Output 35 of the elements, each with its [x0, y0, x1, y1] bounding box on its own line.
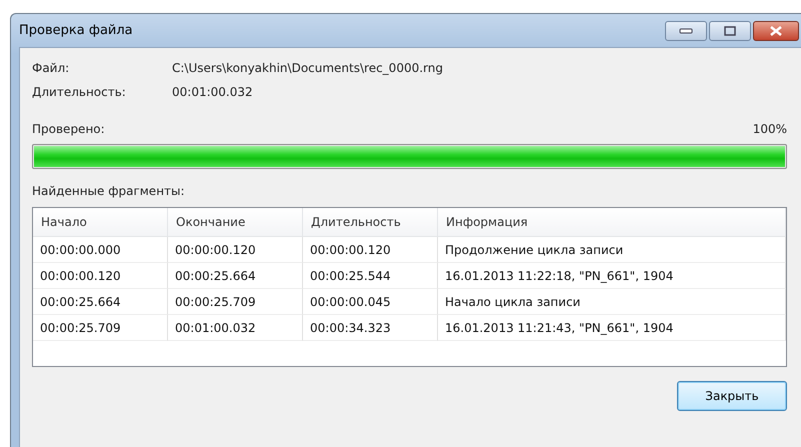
- table-cell: 00:01:00.032: [168, 315, 303, 341]
- column-header: Информация: [438, 208, 786, 236]
- table-cell: 00:00:25.709: [168, 289, 303, 315]
- table-cell: 00:00:00.120: [168, 237, 303, 263]
- close-dialog-button[interactable]: Закрыть: [677, 381, 787, 411]
- table-cell: Продолжение цикла записи: [438, 237, 786, 263]
- maximize-icon: [724, 26, 736, 36]
- table-cell: 00:00:25.664: [33, 289, 168, 315]
- table-cell: 00:00:00.000: [33, 237, 168, 263]
- minimize-icon: [679, 28, 693, 34]
- table-cell: 00:00:00.120: [303, 237, 438, 263]
- window-title: Проверка файла: [19, 23, 133, 38]
- table-cell: 00:00:34.323: [303, 315, 438, 341]
- progress-label: Проверено:: [32, 122, 105, 136]
- field-label: Длительность:: [32, 85, 127, 99]
- table-cell: 00:00:00.120: [33, 263, 168, 289]
- file-path: C:\Users\konyakhin\Documents\rec_0000.rng: [172, 61, 443, 75]
- column-header: Длительность: [303, 208, 438, 236]
- section-label: Найденные фрагменты:: [32, 184, 186, 198]
- table-cell: 00:00:25.664: [168, 263, 303, 289]
- table-cell: 00:00:00.045: [303, 289, 438, 315]
- table-cell: 00:00:25.544: [303, 263, 438, 289]
- field-label: Файл:: [32, 61, 70, 75]
- table-cell: 16.01.2013 11:22:18, "PN_661", 1904: [438, 263, 786, 289]
- close-button[interactable]: [753, 20, 799, 40]
- progress-percent: 100%: [752, 122, 787, 136]
- column-header: Окончание: [168, 208, 303, 236]
- table-cell: 00:00:25.709: [33, 315, 168, 341]
- minimize-button[interactable]: [665, 20, 707, 40]
- table-cell: 16.01.2013 11:21:43, "PN_661", 1904: [438, 315, 786, 341]
- maximize-button[interactable]: [709, 20, 751, 40]
- column-header: Начало: [33, 208, 168, 236]
- table-cell: Начало цикла записи: [438, 289, 786, 315]
- duration-value: 00:01:00.032: [172, 85, 253, 99]
- close-icon: [770, 26, 782, 36]
